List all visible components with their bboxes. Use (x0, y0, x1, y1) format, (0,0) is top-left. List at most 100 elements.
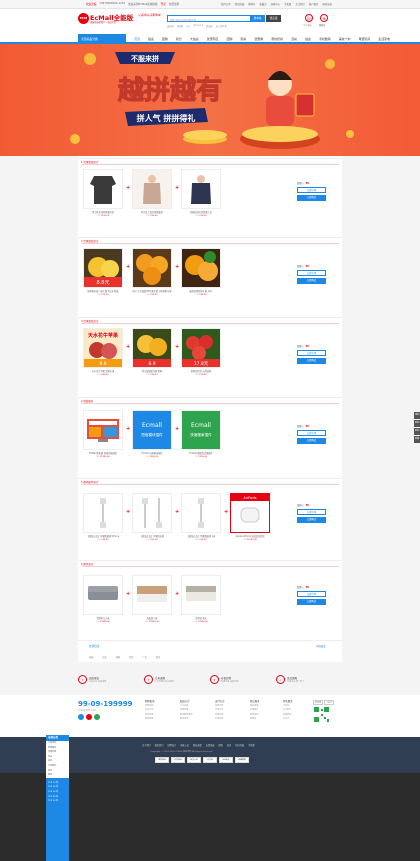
product-image[interactable] (132, 248, 172, 288)
product-image[interactable]: Ecmall 快速搬家插件 (181, 410, 221, 450)
user-icon[interactable]: ☺ (305, 14, 313, 22)
apply-link[interactable]: 申请链接 (316, 644, 326, 648)
nav-item[interactable]: 秒杀 (236, 34, 250, 44)
product-name[interactable]: 新鲜西红柿 自然成熟 (181, 369, 221, 373)
combo-product[interactable]: 天水花牛苹果 8.8 天水花牛苹果 新鲜水果 ☐0 ¥49.00 (83, 328, 123, 376)
combo-product[interactable]: 【原装正品】苹果数据线 1米 ☐0 ¥39.00 (181, 493, 221, 541)
friend-link[interactable]: 团购 (116, 655, 120, 659)
nav-item[interactable]: 拍卖 (301, 34, 315, 44)
product-name[interactable]: Ecmall 数据库迁移插件 (181, 451, 221, 455)
combo-product[interactable]: Ecmall 短信模块插件 Ecmall 功能模块插件 ☐0 ¥599.00 (132, 410, 172, 458)
product-name[interactable]: 四川爱媛果冻橙 新鲜 (132, 369, 172, 373)
side-category-item[interactable]: 家居 (48, 773, 69, 778)
trust-badge[interactable]: 可信网站 (171, 757, 185, 763)
footer-link[interactable]: 公司转账 (215, 717, 225, 721)
product-name[interactable]: 男士秋冬加厚保暖内衣 (83, 210, 123, 214)
footer-link[interactable]: 礼品卡 (283, 717, 293, 721)
combo-product[interactable]: 8.9 四川爱媛果冻橙 新鲜 ☐0 ¥39.90 (132, 328, 172, 376)
product-name[interactable]: 真皮双人床 (132, 616, 172, 620)
order-now-button[interactable]: 立即下单 (297, 430, 326, 436)
combo-product[interactable]: ECMall全能版 商城系统模板 ☐0 ¥1999.00 (83, 410, 123, 458)
combo-product[interactable]: 北欧布艺沙发 ☐0 ¥2999.00 (83, 575, 123, 623)
register-link[interactable]: 免费注册 (169, 2, 179, 6)
combo-product[interactable]: 17.8元 新鲜西红柿 自然成熟 ☐0 ¥19.90 (181, 328, 221, 376)
nav-item[interactable]: 积分 (172, 34, 186, 44)
product-image[interactable] (181, 493, 221, 533)
top-link-service[interactable]: 客户服务 (309, 2, 319, 6)
top-link-mobile[interactable]: 手机版 (284, 2, 291, 6)
product-image[interactable] (132, 575, 172, 615)
buy-now-button[interactable]: 立即购买 (297, 438, 326, 444)
product-image[interactable]: Ecmall 短信模块插件 (132, 410, 172, 450)
search-button[interactable]: 搜本站 (250, 15, 265, 22)
product-image[interactable] (83, 575, 123, 615)
product-name[interactable]: 【原装正品】苹果数据线 iPhone (83, 534, 123, 538)
nav-item[interactable]: 团购 (222, 34, 236, 44)
product-name[interactable]: 天水花牛苹果 新鲜水果 (83, 369, 123, 373)
product-name[interactable]: 北欧布艺沙发 (83, 616, 123, 620)
hot-keyword[interactable]: 保温杯 (206, 24, 213, 28)
product-image[interactable] (132, 169, 172, 209)
combo-product[interactable]: 赣南脐橙新鲜水果 10斤 ☐0 ¥49.00 (181, 248, 221, 296)
weibo-icon[interactable] (86, 714, 92, 720)
hot-keyword[interactable]: 口红 (186, 24, 190, 28)
product-name[interactable]: Apple AirPods 无线蓝牙耳机 (230, 534, 270, 538)
top-link-orders[interactable]: 我的订单 (221, 2, 231, 6)
trust-badge[interactable]: 360安全 (219, 757, 233, 763)
wechat-icon[interactable] (94, 714, 100, 720)
footer-link[interactable]: 退换货 (250, 717, 260, 721)
footer-link[interactable]: 联系客服 (145, 717, 155, 721)
product-image[interactable]: 8.9 (132, 328, 172, 368)
hot-keyword[interactable]: 羽绒服 (177, 24, 184, 28)
hot-keyword[interactable]: 床上四件套 (216, 24, 227, 28)
customer-service-button[interactable]: 客服 (414, 420, 420, 427)
footer-link[interactable]: 在线支付 (215, 708, 225, 712)
combo-product[interactable]: 纯棉加绒打底保暖上衣 ☐0 ¥59.00 (181, 169, 221, 217)
product-image[interactable] (132, 493, 172, 533)
nav-item[interactable]: 拍卖 (144, 34, 158, 44)
side-rank-item[interactable]: TOP 50 热 (48, 799, 69, 804)
product-name[interactable]: 时尚女士秋冬保暖套装 (132, 210, 172, 214)
combo-product[interactable]: 【原装正品】苹果快充线 ☐0 ¥59.00 (132, 493, 172, 541)
buy-now-button[interactable]: 立即购买 (297, 517, 326, 523)
combo-product[interactable]: 四川 正宗爱媛38号果冻橙 当季新鲜水果 ☐0 ¥39.90 (132, 248, 172, 296)
buy-now-button[interactable]: 立即购买 (297, 278, 326, 284)
order-now-button[interactable]: 立即下单 (297, 591, 326, 597)
back-to-top-button[interactable]: 顶部 (414, 412, 420, 419)
friend-link[interactable]: 积分 (129, 655, 133, 659)
trust-badge[interactable]: 诚信网站 (155, 757, 169, 763)
product-image[interactable] (181, 169, 221, 209)
combo-product[interactable]: 真皮双人床 ☐0 ¥3999.00 (132, 575, 172, 623)
combo-product[interactable]: 简约实木床 ☐0 ¥2599.00 (181, 575, 221, 623)
float-cart-button[interactable]: 购物 (414, 428, 420, 435)
product-name[interactable]: 赣南脐橙新鲜水果 10斤 (181, 289, 221, 293)
nav-item[interactable]: 活动 (287, 34, 301, 44)
combo-product[interactable]: 时尚女士秋冬保暖套装 ☐0 ¥99.00 (132, 169, 172, 217)
product-image[interactable]: AirPods (230, 493, 270, 533)
product-name[interactable]: 四川 正宗爱媛38号果冻橙 当季新鲜水果 (132, 289, 172, 293)
product-image[interactable] (83, 410, 123, 450)
friend-link[interactable]: 拍卖 (102, 655, 106, 659)
hot-keyword[interactable]: 连衣裙 (167, 24, 174, 28)
top-link-mymall[interactable]: 我的商城 (235, 2, 245, 6)
product-name[interactable]: 新鲜黄柠檬一级大果 5斤装 精选 (83, 289, 123, 293)
order-now-button[interactable]: 立即下单 (297, 350, 326, 356)
top-link-seller[interactable]: 商家中心 (271, 2, 281, 6)
product-image[interactable]: 8.8元 (83, 248, 123, 288)
nav-item[interactable]: 大拍卖 (186, 34, 203, 44)
buy-now-button[interactable]: 立即购买 (297, 599, 326, 605)
product-image[interactable] (83, 169, 123, 209)
search-input[interactable]: 搜索 商品/店铺/品牌名称 (167, 15, 251, 22)
combo-product[interactable]: AirPods Apple AirPods 无线蓝牙耳机 ☐0 ¥1099.00 (230, 493, 270, 541)
float-favorites-button[interactable]: 收藏 (414, 436, 420, 443)
bottom-link[interactable]: 商家入驻 (180, 743, 189, 747)
product-image[interactable] (181, 575, 221, 615)
bottom-link[interactable]: 招聘英才 (168, 743, 177, 747)
promo-banner[interactable]: 不服来拼 越拼越有 拼人气 拼拼得礼 (0, 44, 420, 156)
top-link-follow[interactable]: 关注我们 (295, 2, 305, 6)
bottom-link[interactable]: 友情链接 (206, 743, 215, 747)
bottom-link[interactable]: 手机版 (248, 743, 255, 747)
combo-product[interactable]: 【原装正品】苹果数据线 iPhone ☐0 ¥39.00 (83, 493, 123, 541)
order-now-button[interactable]: 立即下单 (297, 270, 326, 276)
buy-now-button[interactable]: 立即购买 (297, 358, 326, 364)
